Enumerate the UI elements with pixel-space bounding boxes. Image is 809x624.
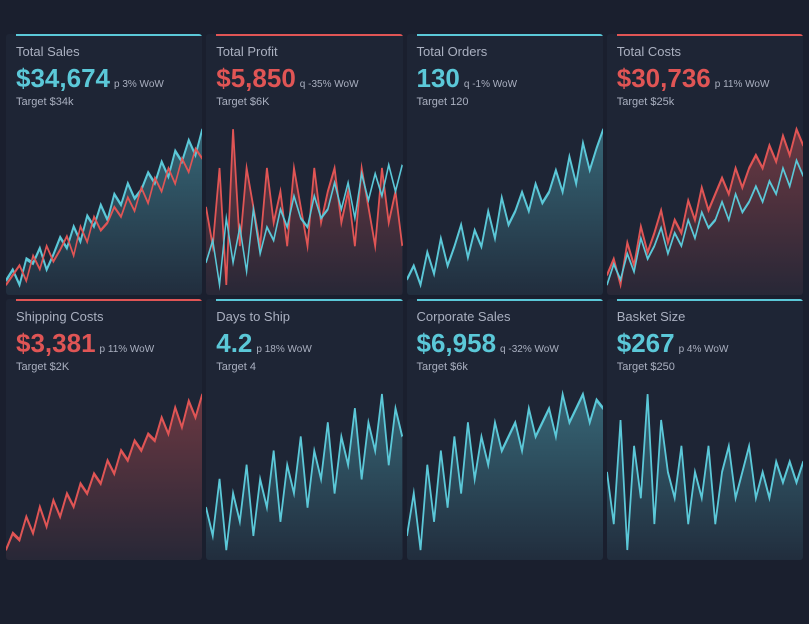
top-bar: [417, 34, 603, 36]
chart-area: [206, 112, 402, 295]
kpi-value: $6,958: [417, 328, 497, 359]
kpi-target: Target $6k: [417, 361, 593, 373]
kpi-value-row: $34,674 p 3% WoW: [16, 63, 192, 94]
kpi-value-row: 130 q -1% WoW: [417, 63, 593, 94]
chart-area: [607, 377, 803, 560]
kpi-value: $267: [617, 328, 675, 359]
kpi-target: Target $250: [617, 361, 793, 373]
kpi-value-row: $6,958 q -32% WoW: [417, 328, 593, 359]
kpi-card-shipping-costs: Shipping Costs $3,381 p 11% WoW Target $…: [6, 299, 202, 560]
chart-area: [407, 112, 603, 295]
kpi-badge: p 3% WoW: [114, 79, 164, 90]
kpi-value-row: $267 p 4% WoW: [617, 328, 793, 359]
kpi-value: 4.2: [216, 328, 252, 359]
chart-area: [6, 112, 202, 295]
kpi-target: Target $25k: [617, 96, 793, 108]
kpi-badge: q -1% WoW: [464, 79, 517, 90]
kpi-badge: p 18% WoW: [256, 344, 311, 355]
kpi-target: Target 120: [417, 96, 593, 108]
kpi-title: Days to Ship: [216, 309, 392, 324]
top-bar: [16, 299, 202, 301]
kpi-value: 130: [417, 63, 460, 94]
kpi-target: Target $34k: [16, 96, 192, 108]
kpi-card-total-orders: Total Orders 130 q -1% WoW Target 120: [407, 34, 603, 295]
kpi-card-basket-size: Basket Size $267 p 4% WoW Target $250: [607, 299, 803, 560]
kpi-value: $34,674: [16, 63, 110, 94]
kpi-value: $5,850: [216, 63, 296, 94]
kpi-title: Total Profit: [216, 44, 392, 59]
kpi-card-total-profit: Total Profit $5,850 q -35% WoW Target $6…: [206, 34, 402, 295]
dashboard-grid: Total Sales $34,674 p 3% WoW Target $34k…: [0, 30, 809, 564]
kpi-title: Corporate Sales: [417, 309, 593, 324]
top-bar: [216, 299, 402, 301]
chart-area: [607, 112, 803, 295]
chart-area: [407, 377, 603, 560]
kpi-badge: q -35% WoW: [300, 79, 359, 90]
kpi-title: Total Costs: [617, 44, 793, 59]
kpi-title: Basket Size: [617, 309, 793, 324]
kpi-card-total-sales: Total Sales $34,674 p 3% WoW Target $34k: [6, 34, 202, 295]
kpi-target: Target $6K: [216, 96, 392, 108]
kpi-value-row: $5,850 q -35% WoW: [216, 63, 392, 94]
kpi-title: Total Orders: [417, 44, 593, 59]
kpi-value-row: 4.2 p 18% WoW: [216, 328, 392, 359]
top-bar: [617, 299, 803, 301]
top-bar: [16, 34, 202, 36]
kpi-target: Target $2K: [16, 361, 192, 373]
kpi-title: Total Sales: [16, 44, 192, 59]
chart-area: [206, 377, 402, 560]
kpi-card-total-costs: Total Costs $30,736 p 11% WoW Target $25…: [607, 34, 803, 295]
kpi-target: Target 4: [216, 361, 392, 373]
kpi-title: Shipping Costs: [16, 309, 192, 324]
kpi-value: $3,381: [16, 328, 96, 359]
kpi-value: $30,736: [617, 63, 711, 94]
kpi-value-row: $30,736 p 11% WoW: [617, 63, 793, 94]
kpi-value-row: $3,381 p 11% WoW: [16, 328, 192, 359]
kpi-badge: p 11% WoW: [715, 79, 770, 90]
top-bar: [417, 299, 603, 301]
kpi-card-corporate-sales: Corporate Sales $6,958 q -32% WoW Target…: [407, 299, 603, 560]
chart-area: [6, 377, 202, 560]
top-bar: [617, 34, 803, 36]
kpi-badge: p 11% WoW: [100, 344, 155, 355]
kpi-badge: p 4% WoW: [679, 344, 729, 355]
page-title: [0, 0, 809, 30]
top-bar: [216, 34, 402, 36]
kpi-badge: q -32% WoW: [500, 344, 559, 355]
kpi-card-days-to-ship: Days to Ship 4.2 p 18% WoW Target 4: [206, 299, 402, 560]
